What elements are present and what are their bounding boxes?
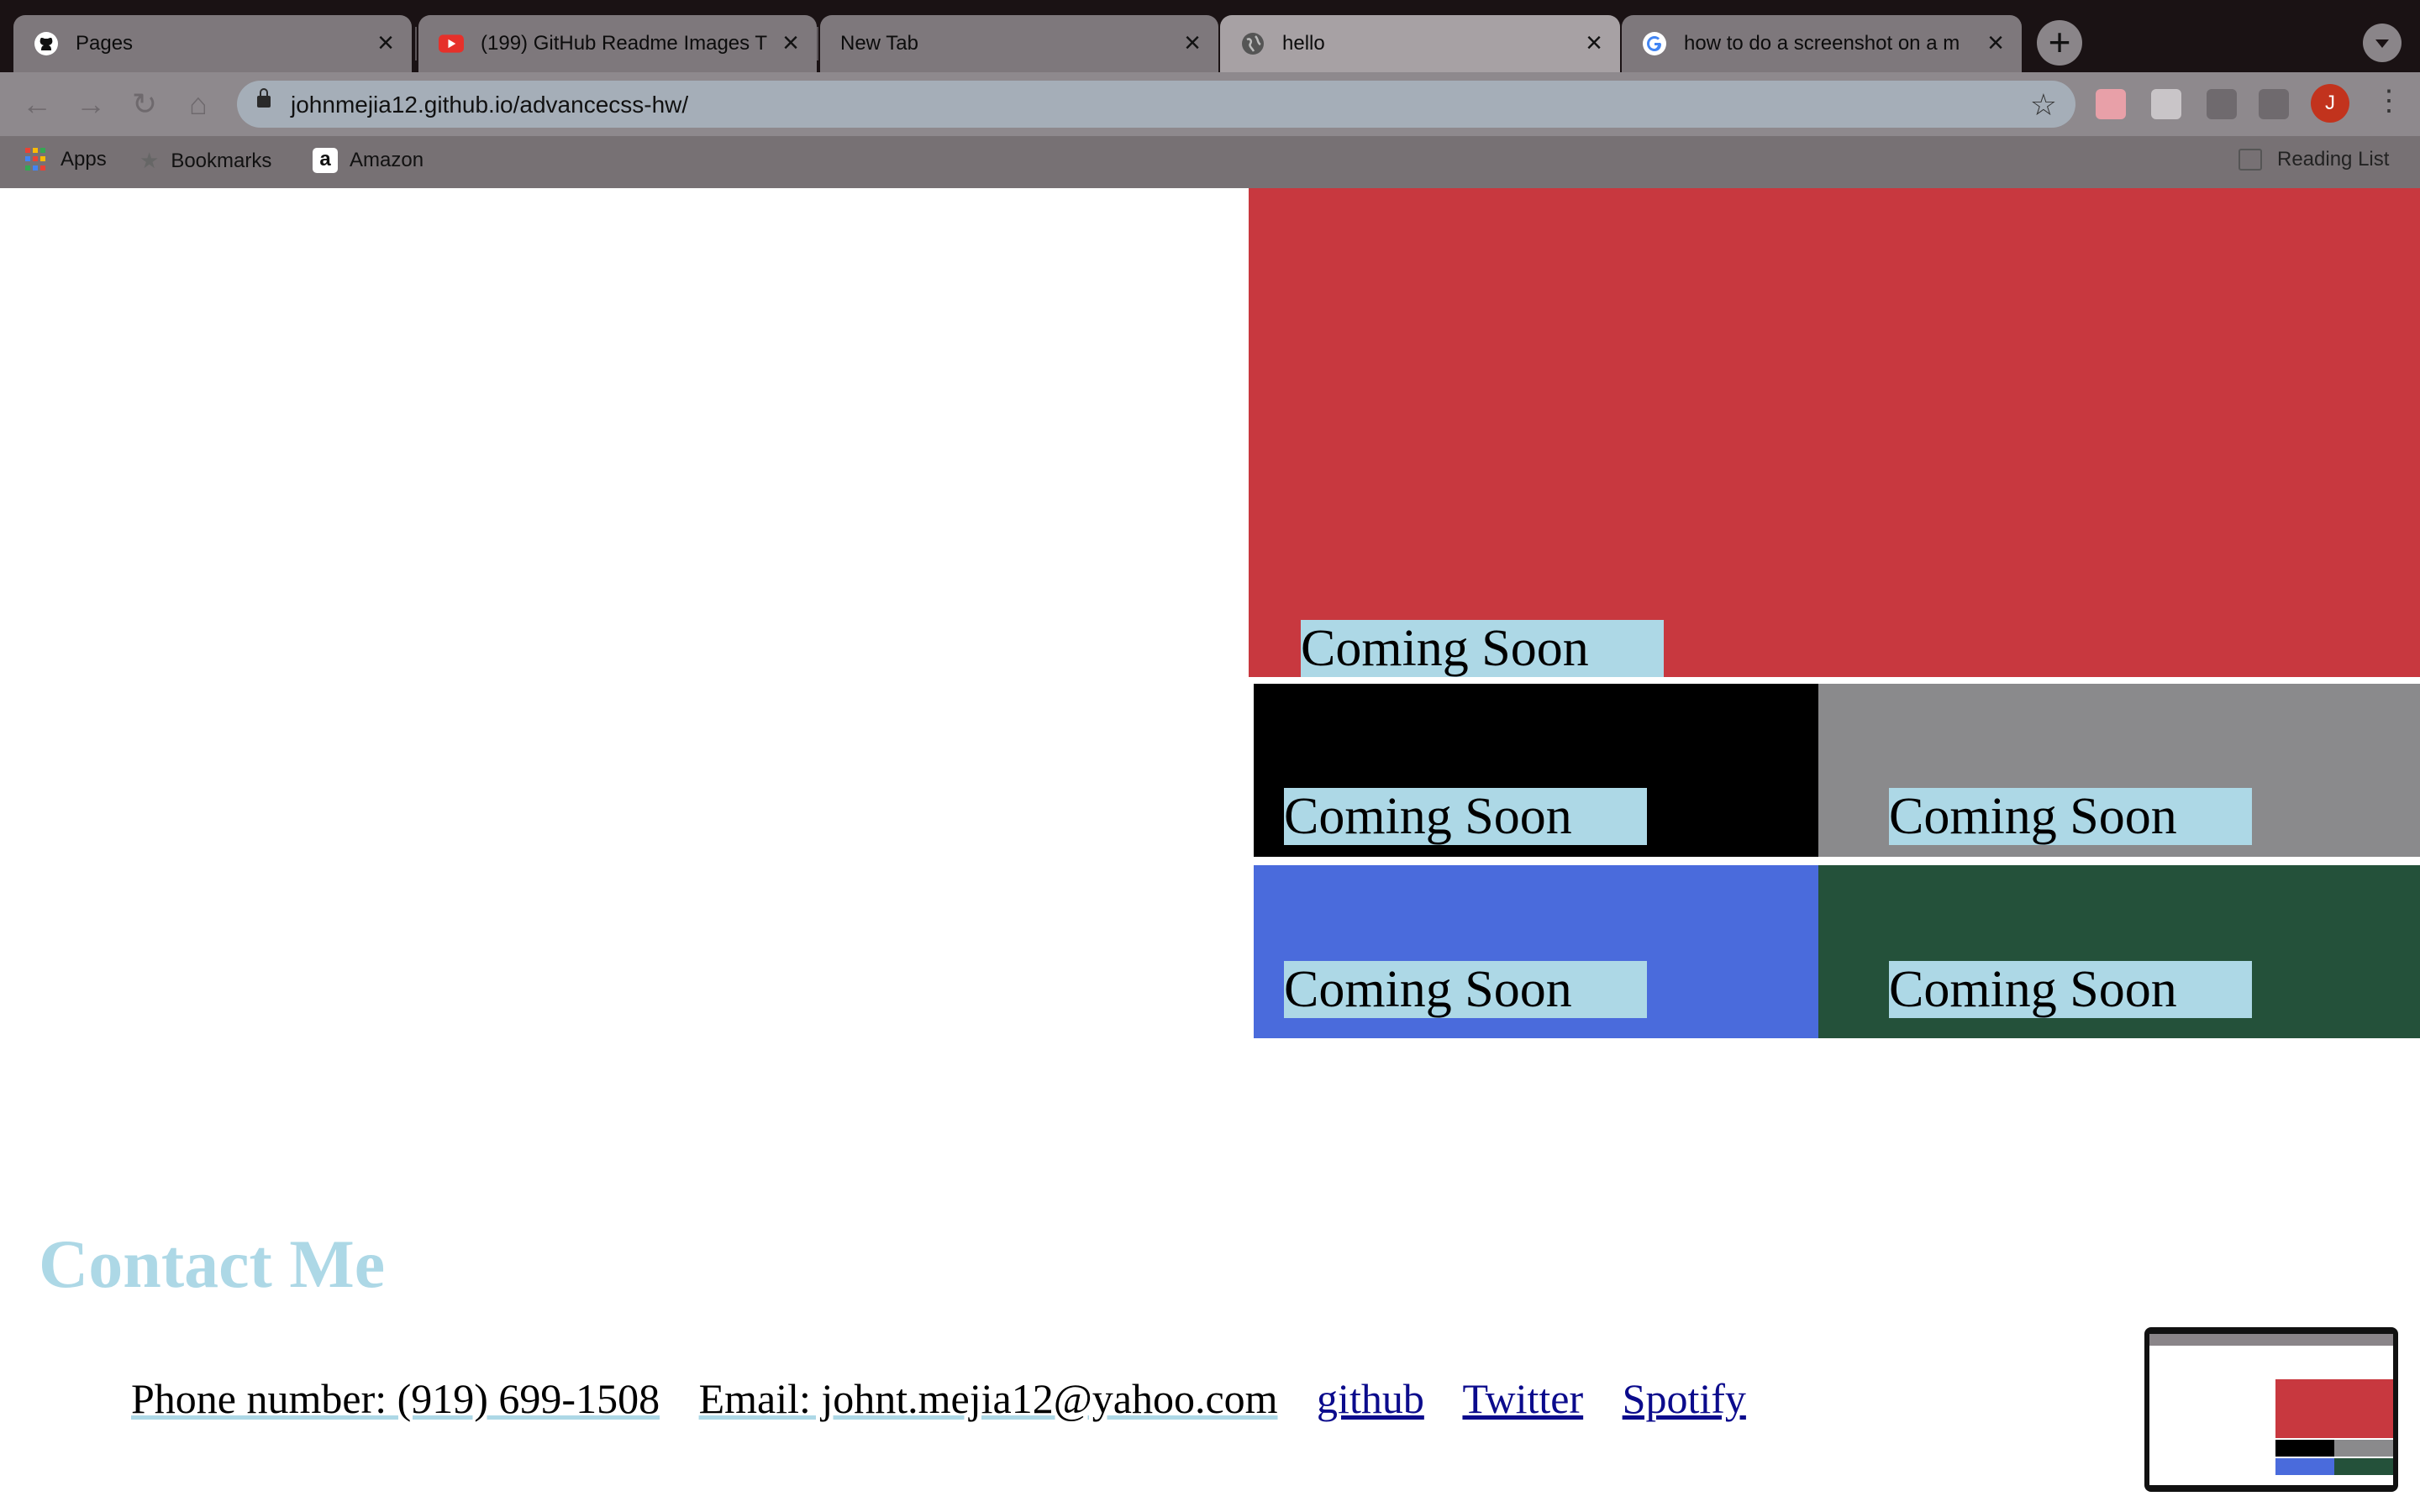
bookmark-label: Bookmarks bbox=[171, 149, 272, 172]
github-icon bbox=[34, 31, 59, 56]
extensions-puzzle-icon[interactable] bbox=[2207, 89, 2237, 119]
github-link[interactable]: github bbox=[1317, 1375, 1424, 1422]
tab-title: how to do a screenshot on a m bbox=[1684, 32, 1960, 55]
media-queue-icon[interactable] bbox=[2259, 89, 2289, 119]
coming-soon-label: Coming Soon bbox=[1889, 788, 2252, 845]
tab-youtube[interactable]: (199) GitHub Readme Images T × bbox=[418, 15, 817, 72]
home-icon[interactable]: ⌂ bbox=[180, 86, 217, 123]
apps-grid-icon bbox=[25, 148, 49, 171]
tab-title: hello bbox=[1282, 32, 1325, 55]
browser-toolbar: ← → ↻ ⌂ johnmejia12.github.io/advancecss… bbox=[0, 72, 2420, 136]
thumbnail-hero bbox=[2275, 1379, 2393, 1438]
close-tab-icon[interactable]: × bbox=[1983, 29, 2008, 57]
bookmark-amazon[interactable]: a Amazon bbox=[313, 148, 424, 173]
bookmark-star-icon[interactable]: ☆ bbox=[2030, 87, 2057, 123]
portfolio-tile-black[interactable]: Coming Soon bbox=[1254, 684, 1818, 857]
profile-avatar[interactable]: J bbox=[2311, 84, 2349, 123]
reload-icon[interactable]: ↻ bbox=[126, 86, 163, 123]
portfolio-hero-tile[interactable]: Coming Soon bbox=[1249, 188, 2420, 677]
tab-divider bbox=[817, 27, 818, 60]
close-tab-icon[interactable]: × bbox=[373, 29, 398, 57]
bookmark-apps[interactable]: Apps bbox=[25, 148, 107, 171]
close-tab-icon[interactable]: × bbox=[1581, 29, 1607, 57]
close-tab-icon[interactable]: × bbox=[1180, 29, 1205, 57]
bookmark-bookmarks[interactable]: ★ Bookmarks bbox=[139, 148, 271, 174]
globe-icon bbox=[1240, 31, 1265, 56]
portfolio-tile-gray[interactable]: Coming Soon bbox=[1818, 684, 2420, 857]
thumbnail-tile bbox=[2334, 1440, 2393, 1457]
tab-strip: Pages × (199) GitHub Readme Images T × N… bbox=[0, 0, 2420, 72]
star-icon: ★ bbox=[139, 148, 160, 173]
google-icon bbox=[1642, 31, 1667, 56]
more-menu-icon[interactable]: ⋮ bbox=[2375, 84, 2403, 118]
forward-icon[interactable]: → bbox=[72, 86, 109, 123]
tab-hello[interactable]: hello × bbox=[1220, 15, 1620, 72]
coming-soon-label: Coming Soon bbox=[1284, 788, 1647, 845]
bookmark-label: Amazon bbox=[350, 149, 424, 171]
lock-icon bbox=[257, 88, 271, 108]
extension-icon[interactable] bbox=[2151, 89, 2181, 119]
coming-soon-label: Coming Soon bbox=[1889, 961, 2252, 1018]
thumbnail-tile bbox=[2275, 1440, 2334, 1457]
coming-soon-label: Coming Soon bbox=[1284, 961, 1647, 1018]
tab-search-button[interactable] bbox=[2363, 24, 2402, 62]
amazon-icon: a bbox=[313, 148, 338, 173]
thumbnail-tile bbox=[2334, 1458, 2393, 1475]
back-icon[interactable]: ← bbox=[18, 86, 55, 123]
screenshot-thumbnail[interactable] bbox=[2144, 1327, 2398, 1492]
contact-heading: Contact Me bbox=[39, 1226, 386, 1302]
thumbnail-preview bbox=[2149, 1334, 2393, 1485]
tab-pages[interactable]: Pages × bbox=[13, 15, 412, 72]
thumbnail-chrome bbox=[2149, 1334, 2393, 1346]
twitter-link[interactable]: Twitter bbox=[1462, 1375, 1583, 1422]
contact-details: Phone number: (919) 699-1508 Email: john… bbox=[131, 1374, 1775, 1423]
url-text: johnmejia12.github.io/advancecss-hw/ bbox=[291, 92, 689, 118]
bookmarks-bar: Apps ★ Bookmarks a Amazon Reading List bbox=[0, 136, 2420, 188]
portfolio-tile-blue[interactable]: Coming Soon bbox=[1254, 865, 1818, 1038]
reading-list-label: Reading List bbox=[2277, 148, 2390, 171]
youtube-icon bbox=[439, 31, 464, 56]
phone-number: Phone number: (919) 699-1508 bbox=[131, 1375, 660, 1422]
extension-record-icon[interactable] bbox=[2096, 89, 2126, 119]
reading-list-icon bbox=[2238, 149, 2262, 171]
portfolio-tile-green[interactable]: Coming Soon bbox=[1818, 865, 2420, 1038]
tab-new-tab[interactable]: New Tab × bbox=[820, 15, 1218, 72]
email-address: Email: johnt.mejia12@yahoo.com bbox=[698, 1375, 1278, 1422]
page-content: Coming Soon Coming Soon Coming Soon Comi… bbox=[0, 188, 2420, 1512]
tab-title: New Tab bbox=[840, 32, 918, 55]
bookmark-label: Apps bbox=[60, 148, 107, 171]
tab-title: (199) GitHub Readme Images T bbox=[481, 32, 768, 55]
tab-google[interactable]: how to do a screenshot on a m × bbox=[1622, 15, 2022, 72]
reading-list[interactable]: Reading List bbox=[2238, 148, 2389, 171]
thumbnail-tile bbox=[2275, 1458, 2334, 1475]
coming-soon-label: Coming Soon bbox=[1301, 620, 1664, 677]
tab-divider bbox=[415, 27, 417, 60]
address-bar[interactable]: johnmejia12.github.io/advancecss-hw/ ☆ bbox=[237, 81, 2075, 128]
new-tab-button[interactable]: + bbox=[2037, 20, 2082, 66]
tab-title: Pages bbox=[76, 32, 134, 55]
close-tab-icon[interactable]: × bbox=[778, 29, 803, 57]
spotify-link[interactable]: Spotify bbox=[1623, 1375, 1746, 1422]
